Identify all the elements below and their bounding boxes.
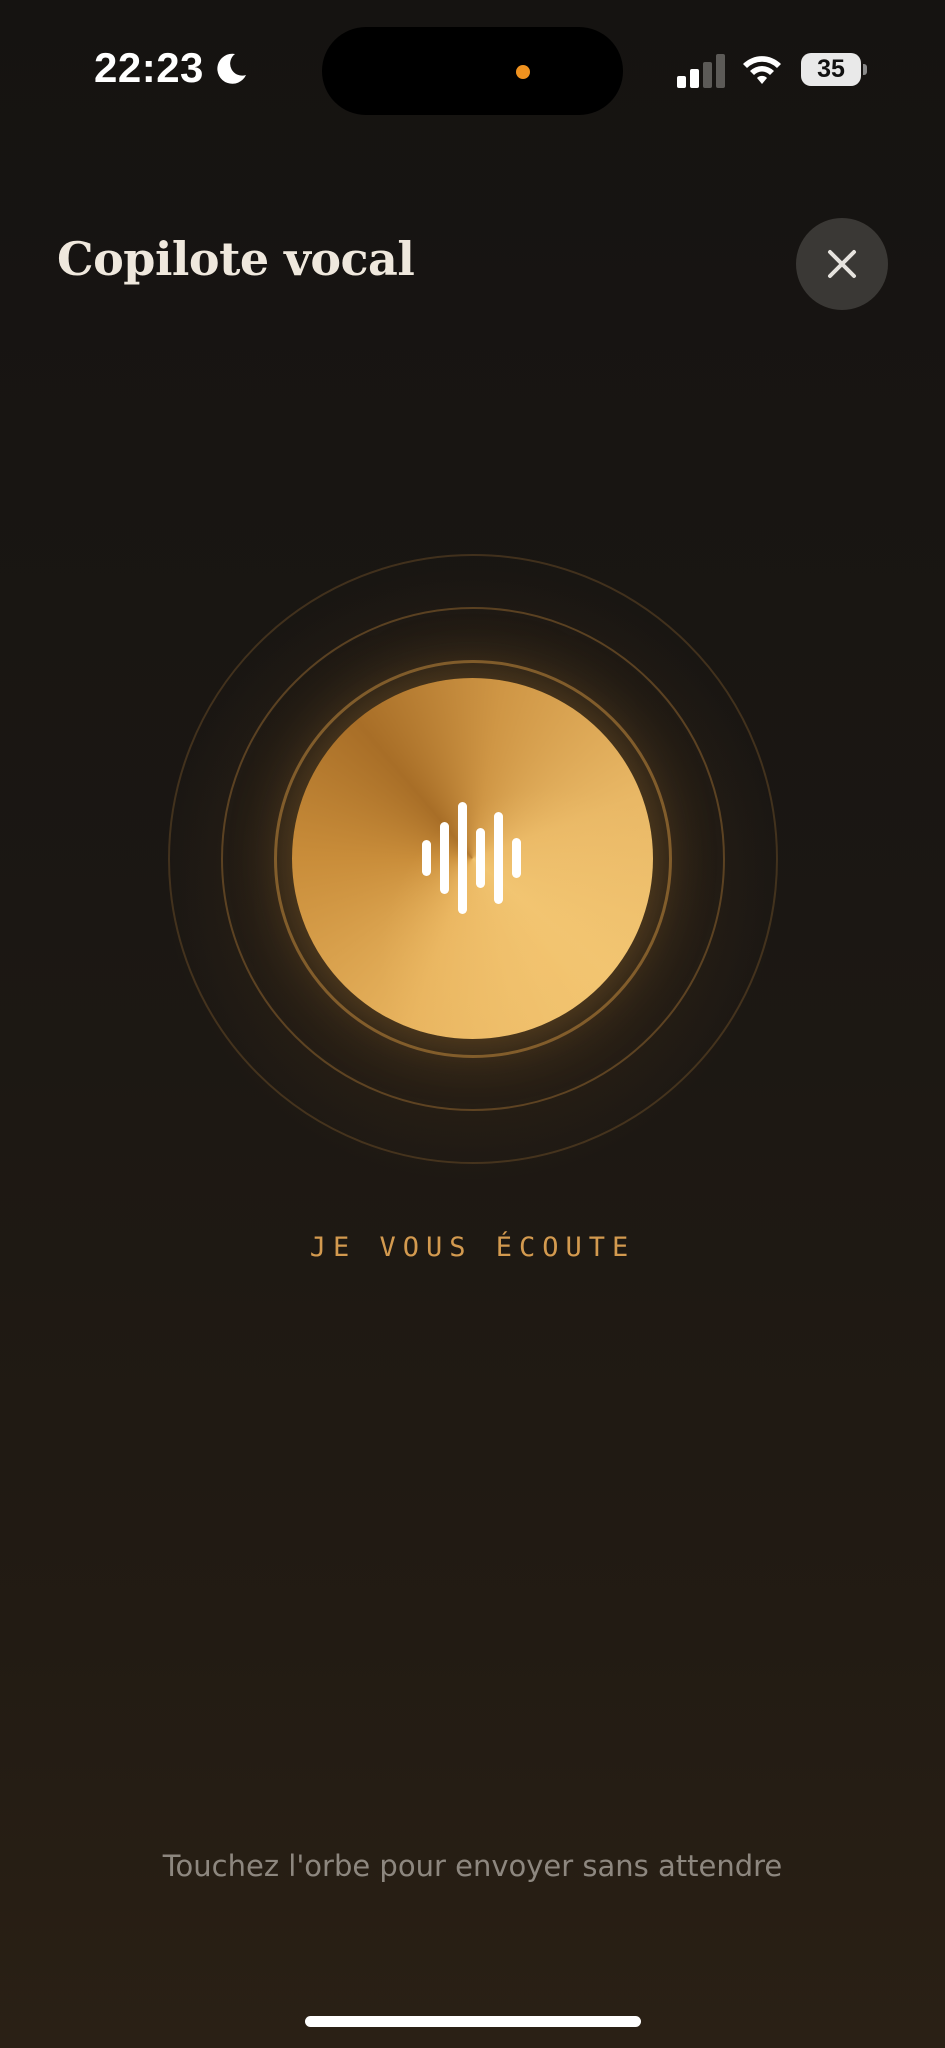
- listening-status-label: JE VOUS ÉCOUTE: [309, 1232, 636, 1263]
- hint-text: Touchez l'orbe pour envoyer sans attendr…: [162, 1849, 783, 1883]
- dynamic-island: [322, 27, 623, 115]
- wifi-icon: [743, 56, 781, 84]
- moon-icon: [217, 53, 246, 84]
- page-title: Copilote vocal: [57, 232, 415, 286]
- battery-cap: [863, 64, 867, 75]
- home-indicator[interactable]: [305, 2016, 641, 2027]
- status-time: 22:23: [94, 44, 204, 91]
- battery-icon: 35: [801, 53, 867, 86]
- close-button[interactable]: [796, 218, 888, 310]
- waveform-icon: [422, 802, 521, 914]
- privacy-indicator-dot: [516, 65, 530, 79]
- close-icon: [828, 250, 856, 278]
- signal-icon: [677, 54, 725, 88]
- battery-level: 35: [801, 53, 861, 86]
